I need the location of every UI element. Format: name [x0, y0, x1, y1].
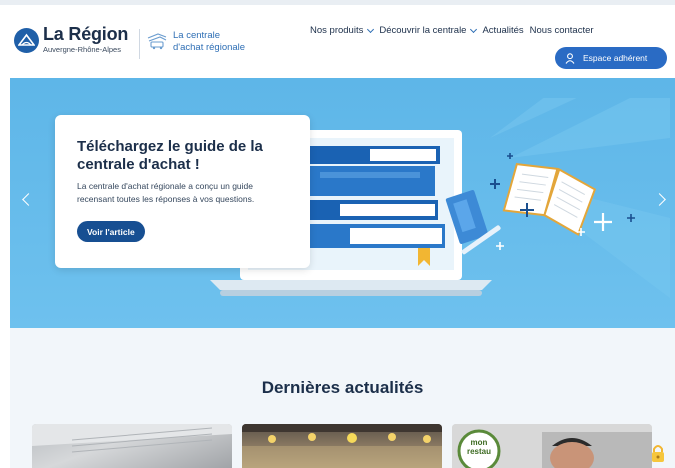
- nav-item-nos-produits[interactable]: Nos produits: [310, 25, 375, 36]
- chevron-left-icon[interactable]: [22, 193, 35, 206]
- news-thumbnail-1[interactable]: [32, 424, 232, 468]
- nav-item-label: Actualités: [482, 25, 524, 36]
- voir-article-button[interactable]: Voir l'article: [77, 221, 145, 242]
- brand-subtitle: Auvergne-Rhône-Alpes: [43, 45, 121, 54]
- espace-adherent-button[interactable]: Espace adhérent: [555, 47, 667, 69]
- centrale-label[interactable]: La centrale d'achat régionale: [173, 30, 263, 54]
- hero-description: La centrale d'achat régionale a conçu un…: [77, 181, 255, 204]
- news-thumbnail-2-image: [242, 424, 442, 468]
- hero-title: Téléchargez le guide de la centrale d'ac…: [77, 138, 263, 173]
- lock-icon: [652, 445, 664, 462]
- hero-card: Téléchargez le guide de la centrale d'ac…: [55, 115, 310, 268]
- hero-carousel: Téléchargez le guide de la centrale d'ac…: [10, 78, 675, 328]
- nav-item-decouvrir-la-centrale[interactable]: Découvrir la centrale: [379, 25, 478, 36]
- news-thumbnail-3[interactable]: mon restau: [452, 424, 652, 468]
- brand-divider: [139, 29, 140, 59]
- news-thumbnail-2[interactable]: [242, 424, 442, 468]
- nav-item-label: Découvrir la centrale: [379, 25, 467, 36]
- nav-item-nous-contacter[interactable]: Nous contacter: [530, 25, 594, 36]
- nav-item-label: Nous contacter: [529, 25, 594, 36]
- region-logo-icon[interactable]: [14, 28, 39, 53]
- news-heading: Dernières actualités: [261, 378, 424, 397]
- chevron-down-icon: [367, 25, 375, 33]
- espace-adherent-label: Espace adhérent: [583, 53, 648, 63]
- page: La Région Auvergne-Rhône-Alpes La centra…: [0, 0, 675, 468]
- user-icon: [565, 52, 575, 64]
- main-nav: Nos produits Découvrir la centrale Actua…: [310, 25, 594, 36]
- mon-restau-badge: mon restau: [466, 438, 491, 456]
- centrale-icon: [146, 32, 168, 55]
- centrale-label-line1: La centrale: [173, 30, 221, 41]
- centrale-label-line2: d'achat régionale: [173, 42, 246, 53]
- chevron-down-icon: [470, 25, 478, 33]
- nav-item-actualites[interactable]: Actualités: [482, 25, 523, 36]
- brand-title[interactable]: La Région: [43, 24, 128, 45]
- site-header: La Région Auvergne-Rhône-Alpes La centra…: [0, 0, 675, 78]
- news-thumbnail-1-image: [32, 424, 232, 453]
- nav-item-label: Nos produits: [310, 25, 364, 36]
